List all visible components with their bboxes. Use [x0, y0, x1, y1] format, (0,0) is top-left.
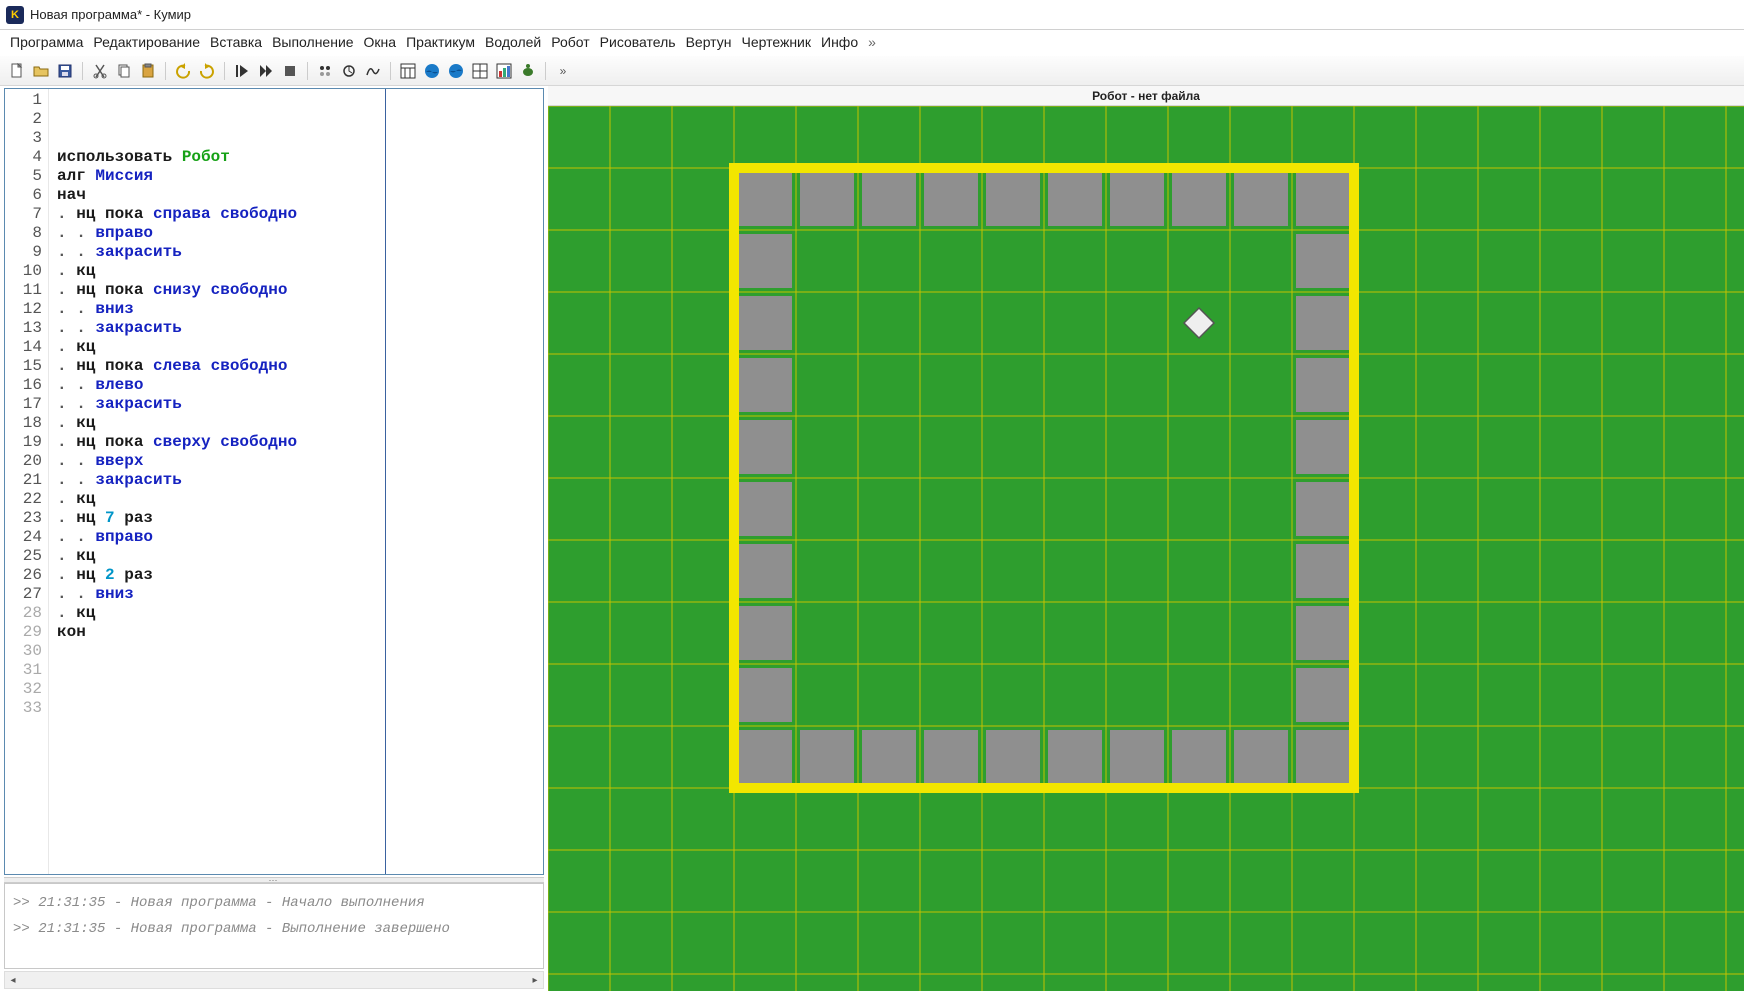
menu-редактирование[interactable]: Редактирование: [93, 34, 200, 50]
toolbar: »: [0, 56, 1744, 86]
scroll-right-icon[interactable]: ▸: [527, 972, 543, 988]
menu-вставка[interactable]: Вставка: [210, 34, 262, 50]
toggle-c-icon[interactable]: [362, 60, 384, 82]
run-icon[interactable]: [231, 60, 253, 82]
open-file-icon[interactable]: [30, 60, 52, 82]
scroll-left-icon[interactable]: ◂: [5, 972, 21, 988]
menu-водолей[interactable]: Водолей: [485, 34, 541, 50]
code-editor[interactable]: 1234567891011121314151617181920212223242…: [4, 88, 544, 875]
stop-icon[interactable]: [279, 60, 301, 82]
toolbar-separator: [82, 62, 83, 80]
line-gutter: 1234567891011121314151617181920212223242…: [5, 89, 49, 874]
chart-icon[interactable]: [493, 60, 515, 82]
robot-panel-title: Робот - нет файла: [548, 86, 1744, 106]
menu-чертежник[interactable]: Чертежник: [741, 34, 811, 50]
toolbar-separator: [307, 62, 308, 80]
menu-вертун[interactable]: Вертун: [686, 34, 732, 50]
menu-программа[interactable]: Программа: [10, 34, 83, 50]
paste-icon[interactable]: [137, 60, 159, 82]
toggle-b-icon[interactable]: [338, 60, 360, 82]
grid-icon[interactable]: [469, 60, 491, 82]
menu-overflow[interactable]: »: [868, 34, 876, 50]
redo-icon[interactable]: [196, 60, 218, 82]
window-title: Новая программа* - Кумир: [30, 7, 191, 22]
menu-практикум[interactable]: Практикум: [406, 34, 475, 50]
save-file-icon[interactable]: [54, 60, 76, 82]
horizontal-scrollbar[interactable]: ◂ ▸: [4, 971, 544, 989]
actor-blue2-icon[interactable]: [445, 60, 467, 82]
app-icon: K: [6, 6, 24, 24]
toolbar-separator: [545, 62, 546, 80]
menu-робот[interactable]: Робот: [551, 34, 589, 50]
menu-рисователь[interactable]: Рисователь: [600, 34, 676, 50]
copy-icon[interactable]: [113, 60, 135, 82]
menubar: Программа Редактирование Вставка Выполнение…: [0, 30, 1744, 56]
menu-инфо[interactable]: Инфо: [821, 34, 858, 50]
editor-margin-line: [385, 89, 386, 874]
overflow-icon[interactable]: »: [552, 60, 574, 82]
new-file-icon[interactable]: [6, 60, 28, 82]
turtle-icon[interactable]: [517, 60, 539, 82]
toolbar-separator: [165, 62, 166, 80]
toggle-a-icon[interactable]: [314, 60, 336, 82]
menu-выполнение[interactable]: Выполнение: [272, 34, 353, 50]
run-step-icon[interactable]: [255, 60, 277, 82]
undo-icon[interactable]: [172, 60, 194, 82]
menu-окна[interactable]: Окна: [364, 34, 397, 50]
robot-field[interactable]: [548, 106, 1744, 991]
code-area[interactable]: использовать Роботалг Миссиянач. нц пока…: [49, 89, 543, 874]
toolbar-separator: [224, 62, 225, 80]
output-console[interactable]: >> 21:31:35 - Новая программа - Начало в…: [4, 883, 544, 969]
panel-1-icon[interactable]: [397, 60, 419, 82]
titlebar: K Новая программа* - Кумир: [0, 0, 1744, 30]
cut-icon[interactable]: [89, 60, 111, 82]
actor-blue-icon[interactable]: [421, 60, 443, 82]
toolbar-separator: [390, 62, 391, 80]
